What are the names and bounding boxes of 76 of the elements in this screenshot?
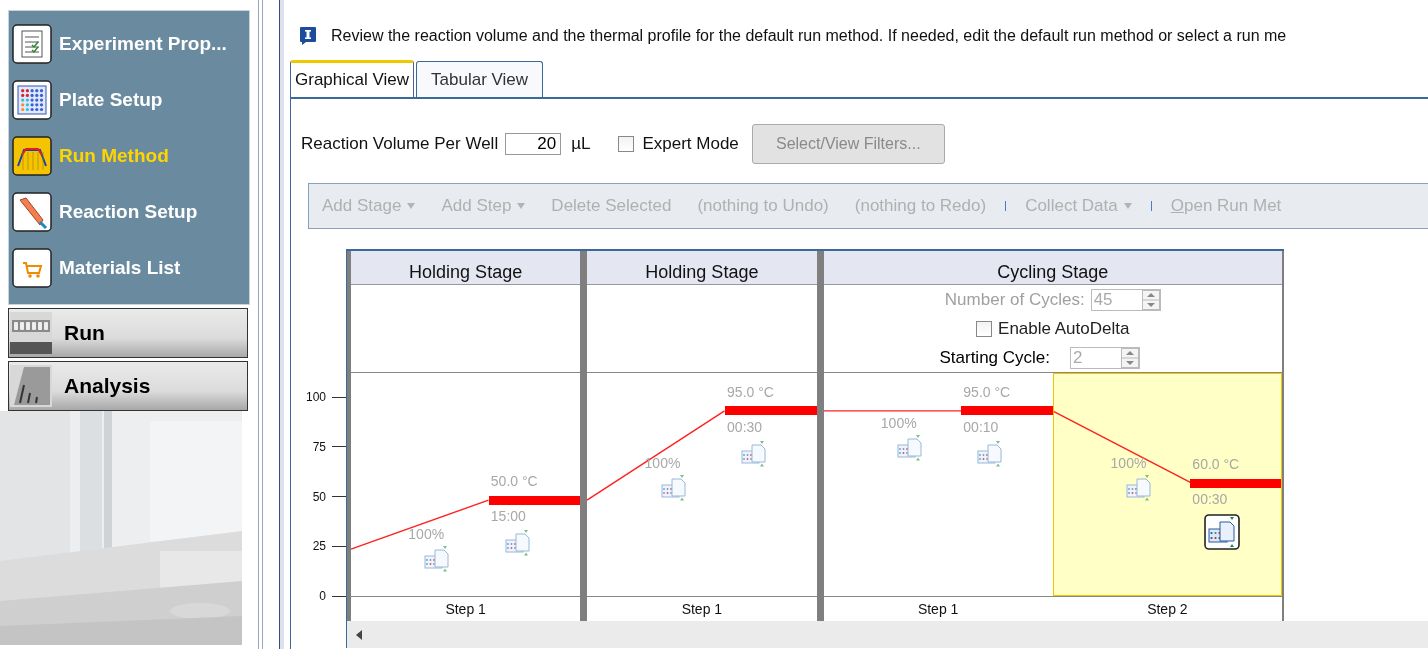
instrument-icon [10,312,52,354]
ramp-rate: 100% [408,526,445,543]
checkbox[interactable] [976,321,993,337]
nav-item[interactable]: Experiment Prop... [9,16,249,72]
plate-document-icon[interactable] [896,434,923,461]
tab[interactable]: Graphical View [290,60,415,97]
nav-item[interactable]: Reaction Setup [9,184,249,240]
stage-header[interactable]: Holding Stage [587,251,817,285]
nav-item[interactable]: Materials List [9,240,249,296]
stage-header[interactable]: Holding Stage [351,251,581,285]
checkbox-label: Expert Mode [642,134,739,154]
plate-document-icon[interactable] [1126,475,1153,502]
axis-label: 25 [312,539,326,554]
nav-item[interactable]: Plate Setup [9,72,249,128]
step-label: Step 1 [681,600,723,617]
hold-bar[interactable] [488,495,581,505]
unit-label: µL [571,134,591,154]
hold-bar[interactable] [1190,478,1281,488]
info-icon [299,26,317,46]
section-button[interactable]: Analysis [8,361,248,411]
time-label[interactable]: 15:00 [490,508,526,525]
stage-header[interactable]: Cycling Stage [823,251,1282,285]
curve-chart-icon [12,136,52,176]
plate-document-icon[interactable] [424,546,451,573]
data-collection-icon[interactable] [1203,514,1240,551]
time-label[interactable]: 00:30 [1192,491,1228,508]
step-label: Step 1 [445,600,486,617]
step-panel[interactable]: 100% 95.0 °C 00:30 [587,373,817,596]
ramp-rate: 100% [880,414,917,431]
spin-field[interactable]: 45 [1090,289,1161,312]
stepper-icon [1141,290,1160,311]
stepper-icon [1121,347,1139,368]
temperature-label[interactable]: 60.0 °C [1192,456,1240,473]
caret-icon [1123,203,1132,209]
tab[interactable]: Tabular View [416,61,544,97]
time-label[interactable]: 00:10 [963,418,999,435]
start-cycle-label: Starting Cycle: [939,347,1050,368]
axis-label: 100 [305,390,326,404]
caret-icon [407,203,416,209]
plate-document-icon[interactable] [977,440,1004,467]
temperature-label[interactable]: 95.0 °C [963,383,1011,400]
scroll-left-icon[interactable] [355,629,363,640]
hold-bar[interactable] [724,406,817,416]
axis-label: 75 [312,439,326,454]
axis-label: 50 [312,489,326,504]
temperature-label[interactable]: 50.0 °C [490,473,538,490]
plate-document-icon[interactable] [504,530,531,557]
chart-icon [10,365,52,407]
step-panel[interactable]: 100% 60.0 °C 00:30 [1052,373,1282,596]
scrollbar[interactable] [346,621,1428,648]
nav-item[interactable]: Run Method [9,128,249,184]
plate-document-icon[interactable] [660,475,687,502]
plate-grid-icon [12,80,52,120]
ramp-rate: 100% [644,455,681,472]
tube-icon [12,192,52,232]
plate-document-icon[interactable] [740,440,767,467]
cart-icon [12,248,52,288]
axis-label: 0 [319,589,326,603]
time-label[interactable]: 00:30 [727,418,763,435]
ramp-rate: 100% [1110,455,1147,472]
instruction-text: Review the reaction volume and the thermal profile for the default run method. If needed, edit the default run method or select a run me [331,27,1287,45]
section-button[interactable]: Run [8,308,248,358]
spin-field[interactable]: 2 [1070,346,1140,369]
step-label: Step 1 [917,600,959,617]
checkbox[interactable] [618,136,635,152]
step-panel[interactable]: 100% 50.0 °C 15:00 [351,373,581,596]
volume-field[interactable]: 20 [505,133,562,155]
step-panel[interactable]: 100% 95.0 °C 00:10 [823,373,1053,596]
caret-icon [517,203,526,209]
notepad-icon [12,24,52,64]
temperature-label[interactable]: 95.0 °C [727,383,774,400]
step-label: Step 2 [1147,600,1188,617]
checkbox-label: Enable AutoDelta [998,319,1130,339]
hold-bar[interactable] [961,406,1053,416]
cycles-label: Number of Cycles: [944,290,1085,311]
volume-label: Reaction Volume Per Well [301,134,499,154]
